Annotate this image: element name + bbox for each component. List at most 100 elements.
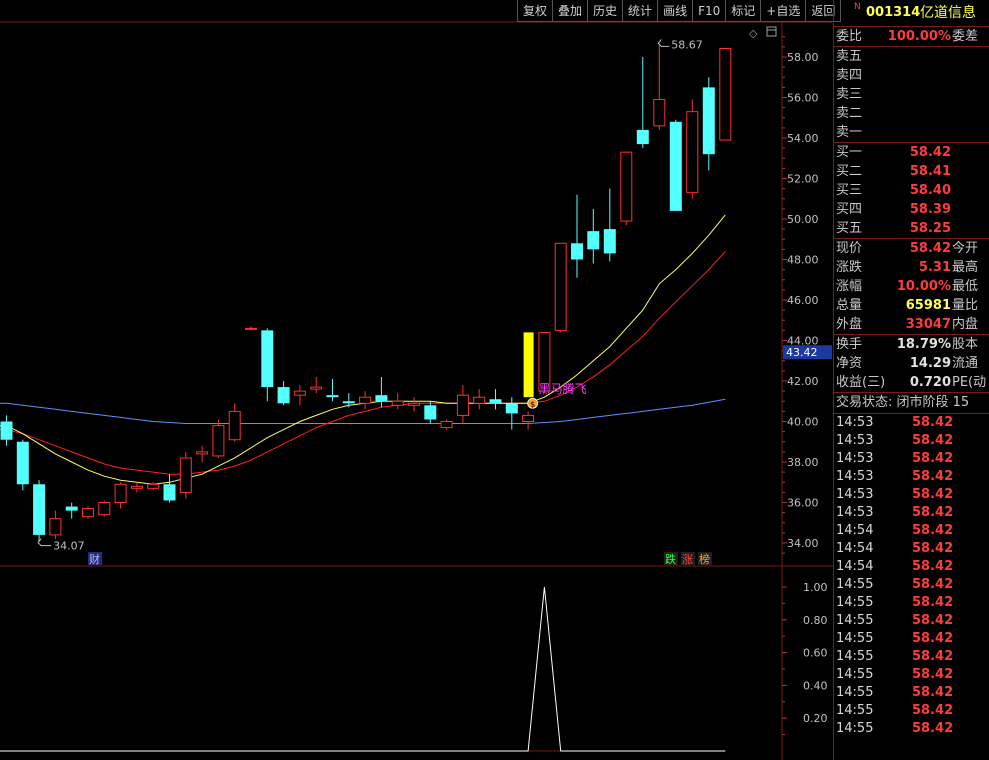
- candle-body-down: [261, 330, 274, 388]
- candle-body-down: [342, 401, 355, 404]
- y-tick-label: 38.00: [787, 456, 819, 469]
- candle-body-down: [16, 441, 29, 485]
- stat-label2: 内盘: [952, 317, 979, 332]
- buy-row[interactable]: 买五 58.25: [834, 219, 989, 238]
- tick-price: 58.42: [912, 595, 954, 610]
- sell-label: 卖一: [836, 125, 863, 140]
- tick-list[interactable]: 14:53 58.42 14:53 58.42 14:53 58.42 14:53 58.42…: [834, 413, 989, 738]
- buy-price: 58.25: [909, 221, 951, 236]
- indicator-line: [0, 586, 726, 752]
- stat-label: 涨幅: [836, 279, 863, 294]
- weicha-label: 委差: [952, 29, 979, 44]
- stat-row: 外盘 33047 内盘: [834, 315, 989, 334]
- draw-line-button[interactable]: 画线: [657, 0, 694, 22]
- tick-row: 14:54 58.42: [834, 558, 989, 576]
- rank-tag: 榜: [699, 552, 710, 566]
- rise-tag: 涨: [682, 553, 693, 566]
- stat-label2: 股本: [952, 337, 979, 352]
- toolbar: 复权 叠加 历史 统计 画线 F10 标记 +自选 返回: [517, 0, 842, 22]
- candle-body-up: [212, 425, 225, 457]
- history-button[interactable]: 历史: [587, 0, 624, 22]
- tick-price: 58.42: [912, 505, 954, 520]
- sell-row[interactable]: 卖五: [834, 47, 989, 66]
- tick-row: 14:54 58.42: [834, 540, 989, 558]
- tick-time: 14:55: [836, 703, 874, 718]
- ma-mid-line: [0, 251, 726, 475]
- stat-label2: 最低: [952, 279, 979, 294]
- buy-label: 买三: [836, 183, 863, 198]
- buy-row[interactable]: 买三 58.40: [834, 181, 989, 200]
- buy-label: 买四: [836, 202, 863, 217]
- sell-label: 卖五: [836, 49, 863, 64]
- candle-body-down: [277, 387, 290, 404]
- tick-row: 14:53 58.42: [834, 468, 989, 486]
- sell-row[interactable]: 卖一: [834, 123, 989, 142]
- tick-row: 14:55 58.42: [834, 666, 989, 684]
- stat-value: 18.79%: [896, 337, 951, 352]
- buy-row[interactable]: 买四 58.39: [834, 200, 989, 219]
- stat-label: 收益(三): [836, 375, 886, 390]
- candle-body-up: [114, 483, 127, 503]
- tick-time: 14:53: [836, 433, 874, 448]
- tick-row: 14:55 58.42: [834, 648, 989, 666]
- candle-body-up: [408, 402, 420, 406]
- fuquan-button[interactable]: 复权: [517, 0, 554, 22]
- tick-price: 58.42: [912, 631, 954, 646]
- statistics-button[interactable]: 统计: [622, 0, 659, 22]
- tick-price: 58.42: [912, 577, 954, 592]
- candle-body-down: [587, 231, 600, 250]
- buy-row[interactable]: 买一 58.42: [834, 143, 989, 162]
- tick-price: 58.42: [912, 523, 954, 538]
- buy-price: 58.41: [909, 164, 951, 179]
- current-price-tag: 43.42: [786, 346, 818, 359]
- buy-price: 58.42: [909, 145, 951, 160]
- y-tick-label: 42.00: [787, 375, 819, 388]
- stock-code: 001314: [866, 5, 921, 20]
- candle-body-up: [620, 151, 633, 222]
- buy-label: 买一: [836, 145, 863, 160]
- tick-price: 58.42: [912, 487, 954, 502]
- stock-name: 亿道信息: [920, 5, 976, 21]
- candle-body-up: [147, 483, 160, 489]
- buy-label: 买五: [836, 221, 863, 236]
- tick-price: 58.42: [912, 541, 954, 556]
- tick-time: 14:53: [836, 415, 874, 430]
- weibi-row: 委比 100.00% 委差: [834, 26, 989, 46]
- candle-body-down: [571, 243, 583, 260]
- stat-label2: 量比: [952, 298, 979, 313]
- candle-body-up: [686, 111, 699, 194]
- candle-body-down: [636, 129, 649, 145]
- tick-time: 14:55: [836, 595, 874, 610]
- y-tick-label: 58.00: [787, 51, 819, 64]
- tick-row: 14:55 58.42: [834, 594, 989, 612]
- candle-body-up: [440, 421, 453, 429]
- stat-label: 涨跌: [836, 260, 863, 275]
- overlay-button[interactable]: 叠加: [552, 0, 589, 22]
- stat-value: 5.31: [918, 260, 951, 275]
- trade-status: 交易状态: 闭市阶段 15: [836, 395, 970, 410]
- y-tick-label: 36.00: [787, 497, 819, 510]
- tick-row: 14:54 58.42: [834, 522, 989, 540]
- stat-row: 现价 58.42 今开: [834, 239, 989, 258]
- low-marker-arrow: [37, 538, 52, 547]
- tick-row: 14:55 58.42: [834, 576, 989, 594]
- sell-orders: 卖五 卖四 卖三 卖二 卖一: [834, 46, 989, 142]
- f10-button[interactable]: F10: [692, 0, 727, 22]
- buy-row[interactable]: 买二 58.41: [834, 162, 989, 181]
- stat-label2: 最高: [952, 260, 979, 275]
- tick-time: 14:53: [836, 505, 874, 520]
- sell-row[interactable]: 卖三: [834, 85, 989, 104]
- tick-row: 14:55 58.42: [834, 684, 989, 702]
- ma-short-line: [0, 214, 726, 485]
- candle-body-up: [391, 400, 404, 406]
- high-marker-label: 58.67: [671, 38, 703, 51]
- candle-body-up: [456, 394, 469, 416]
- kline-chart-area[interactable]: 58.00 56.00 54.00 52.00 50.00 48.00 46.00 44.00…: [0, 0, 842, 760]
- sell-row[interactable]: 卖四: [834, 66, 989, 85]
- candle-body-up: [228, 410, 241, 441]
- price-stats: 现价 58.42 今开 涨跌 5.31 最高 涨幅 10.00% 最低 总量 65981 量比 …: [834, 238, 989, 334]
- add-watchlist-button[interactable]: +自选: [760, 0, 807, 22]
- mark-button[interactable]: 标记: [725, 0, 762, 22]
- sell-row[interactable]: 卖二: [834, 104, 989, 123]
- kline-chart[interactable]: 58.0056.0054.0052.0050.0048.0046.0044.00…: [0, 0, 833, 760]
